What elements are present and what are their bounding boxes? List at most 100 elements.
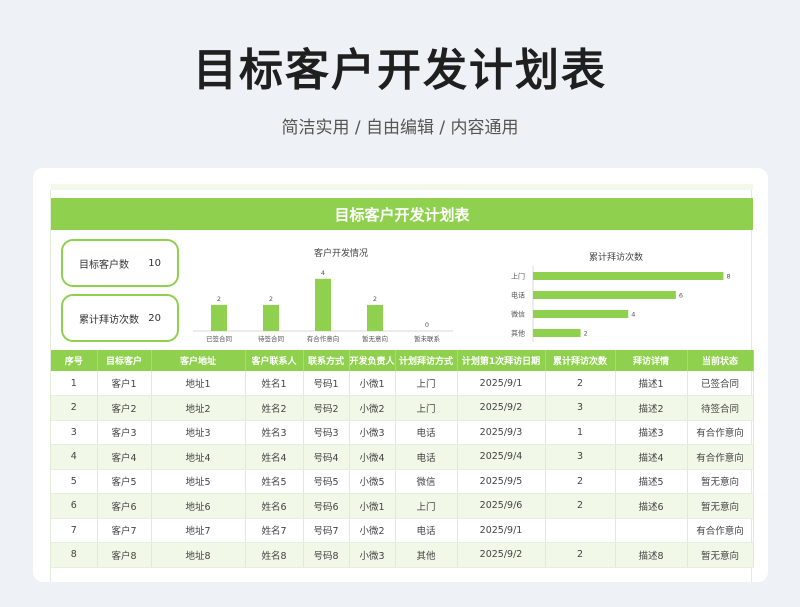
table-cell[interactable]: 2025/9/2 xyxy=(457,542,546,568)
table-cell[interactable]: 号码6 xyxy=(303,493,350,519)
table-cell[interactable]: 描述1 xyxy=(615,371,688,396)
table-cell[interactable]: 描述3 xyxy=(615,420,688,445)
table-cell[interactable]: 暂无意向 xyxy=(687,493,754,519)
table-cell[interactable]: 2025/9/3 xyxy=(457,420,546,445)
table-cell[interactable]: 客户4 xyxy=(97,444,152,470)
table-cell[interactable]: 姓名8 xyxy=(245,542,304,568)
table-cell[interactable]: 姓名4 xyxy=(245,444,304,470)
table-cell[interactable]: 小微1 xyxy=(349,371,396,396)
table-cell[interactable]: 2025/9/4 xyxy=(457,444,546,470)
table-cell[interactable]: 号码7 xyxy=(303,518,350,543)
table-row: 2 客户2 地址2 姓名2 号码2 小微2 上门 2025/9/2 3 描述2 待签合同 xyxy=(51,395,754,421)
table-cell[interactable]: 1 xyxy=(51,371,98,396)
table-cell[interactable]: 2025/9/2 xyxy=(457,395,546,421)
kpi-value: 20 xyxy=(148,312,161,324)
table-cell[interactable]: 4 xyxy=(51,444,98,470)
table-cell[interactable]: 描述6 xyxy=(615,493,688,519)
table-cell[interactable]: 有合作意向 xyxy=(687,420,754,445)
table-cell[interactable]: 客户3 xyxy=(97,420,152,445)
table-cell[interactable]: 描述2 xyxy=(615,395,688,421)
table-cell[interactable]: 有合作意向 xyxy=(687,518,754,543)
table-cell[interactable]: 电话 xyxy=(395,444,458,470)
table-cell[interactable]: 小微4 xyxy=(349,444,396,470)
table-cell[interactable]: 2025/9/5 xyxy=(457,469,546,494)
table-cell[interactable]: 姓名7 xyxy=(245,518,304,543)
table-cell[interactable]: 8 xyxy=(51,542,98,568)
table-cell[interactable]: 上门 xyxy=(395,395,458,421)
data-label: 6 xyxy=(679,292,683,300)
table-cell[interactable]: 号码8 xyxy=(303,542,350,568)
table-cell[interactable]: 姓名6 xyxy=(245,493,304,519)
table-cell[interactable]: 小微1 xyxy=(349,493,396,519)
table-cell[interactable] xyxy=(545,518,616,543)
table-cell[interactable]: 号码4 xyxy=(303,444,350,470)
development-bar-chart: 2 已签合同 2 待签合同 4 有合作意向 2 暂无意向 0 暂未联系 xyxy=(193,269,453,343)
table-cell[interactable]: 上门 xyxy=(395,371,458,396)
table-cell[interactable]: 客户8 xyxy=(97,542,152,568)
table-cell[interactable]: 号码1 xyxy=(303,371,350,396)
table-cell[interactable]: 号码2 xyxy=(303,395,350,421)
table-cell[interactable]: 2 xyxy=(545,542,616,568)
table-cell[interactable]: 小微2 xyxy=(349,395,396,421)
table-cell[interactable]: 2 xyxy=(545,371,616,396)
table-cell[interactable]: 地址7 xyxy=(151,518,246,543)
table-cell[interactable]: 2 xyxy=(545,469,616,494)
table-cell[interactable]: 地址6 xyxy=(151,493,246,519)
table-cell[interactable]: 7 xyxy=(51,518,98,543)
table-cell[interactable]: 2025/9/1 xyxy=(457,371,546,396)
table-cell[interactable]: 小微3 xyxy=(349,420,396,445)
table-cell[interactable]: 3 xyxy=(545,395,616,421)
table-cell[interactable]: 客户7 xyxy=(97,518,152,543)
table-cell[interactable]: 电话 xyxy=(395,518,458,543)
table-cell[interactable]: 客户6 xyxy=(97,493,152,519)
table-cell[interactable]: 有合作意向 xyxy=(687,444,754,470)
table-cell[interactable]: 地址8 xyxy=(151,542,246,568)
table-cell[interactable]: 地址2 xyxy=(151,395,246,421)
table-cell[interactable]: 客户1 xyxy=(97,371,152,396)
table-cell[interactable]: 姓名5 xyxy=(245,469,304,494)
table-cell[interactable]: 地址1 xyxy=(151,371,246,396)
table-cell[interactable]: 上门 xyxy=(395,493,458,519)
table-cell[interactable]: 2025/9/6 xyxy=(457,493,546,519)
table-cell[interactable]: 2025/9/1 xyxy=(457,518,546,543)
table-cell[interactable]: 客户2 xyxy=(97,395,152,421)
table-cell[interactable]: 地址4 xyxy=(151,444,246,470)
table-cell[interactable]: 小微3 xyxy=(349,542,396,568)
table-cell[interactable]: 姓名2 xyxy=(245,395,304,421)
table-cell[interactable]: 号码3 xyxy=(303,420,350,445)
table-cell[interactable]: 已签合同 xyxy=(687,371,754,396)
table-cell[interactable]: 小微5 xyxy=(349,469,396,494)
table-cell[interactable]: 暂无意向 xyxy=(687,469,754,494)
table-cell[interactable]: 3 xyxy=(51,420,98,445)
table-cell[interactable]: 姓名3 xyxy=(245,420,304,445)
table-cell[interactable]: 2 xyxy=(545,493,616,519)
column-header: 计划第1次拜访日期 xyxy=(457,350,546,371)
kpi-target-customers: 目标客户数 10 xyxy=(61,239,179,287)
bar-3 xyxy=(533,329,581,337)
table-cell[interactable]: 描述5 xyxy=(615,469,688,494)
table-cell[interactable]: 微信 xyxy=(395,469,458,494)
table-row: 7 客户7 地址7 姓名7 号码7 小微2 电话 2025/9/1 有合作意向 xyxy=(51,518,754,543)
table-cell[interactable]: 描述4 xyxy=(615,444,688,470)
table-cell[interactable]: 姓名1 xyxy=(245,371,304,396)
table-cell[interactable]: 小微2 xyxy=(349,518,396,543)
table-cell[interactable]: 电话 xyxy=(395,420,458,445)
table-cell[interactable]: 6 xyxy=(51,493,98,519)
table-cell[interactable]: 1 xyxy=(545,420,616,445)
table-cell[interactable] xyxy=(615,518,688,543)
chart-title-visits: 累计拜访次数 xyxy=(588,253,643,263)
column-header: 联系方式 xyxy=(303,350,350,371)
tick-label: 有合作意向 xyxy=(307,334,340,343)
table-cell[interactable]: 描述8 xyxy=(615,542,688,568)
data-label: 0 xyxy=(425,321,429,329)
table-cell[interactable]: 客户5 xyxy=(97,469,152,494)
table-cell[interactable]: 其他 xyxy=(395,542,458,568)
table-cell[interactable]: 5 xyxy=(51,469,98,494)
table-cell[interactable]: 2 xyxy=(51,395,98,421)
table-cell[interactable]: 地址5 xyxy=(151,469,246,494)
table-cell[interactable]: 号码5 xyxy=(303,469,350,494)
table-cell[interactable]: 暂无意向 xyxy=(687,542,754,568)
table-cell[interactable]: 3 xyxy=(545,444,616,470)
table-cell[interactable]: 地址3 xyxy=(151,420,246,445)
table-cell[interactable]: 待签合同 xyxy=(687,395,754,421)
